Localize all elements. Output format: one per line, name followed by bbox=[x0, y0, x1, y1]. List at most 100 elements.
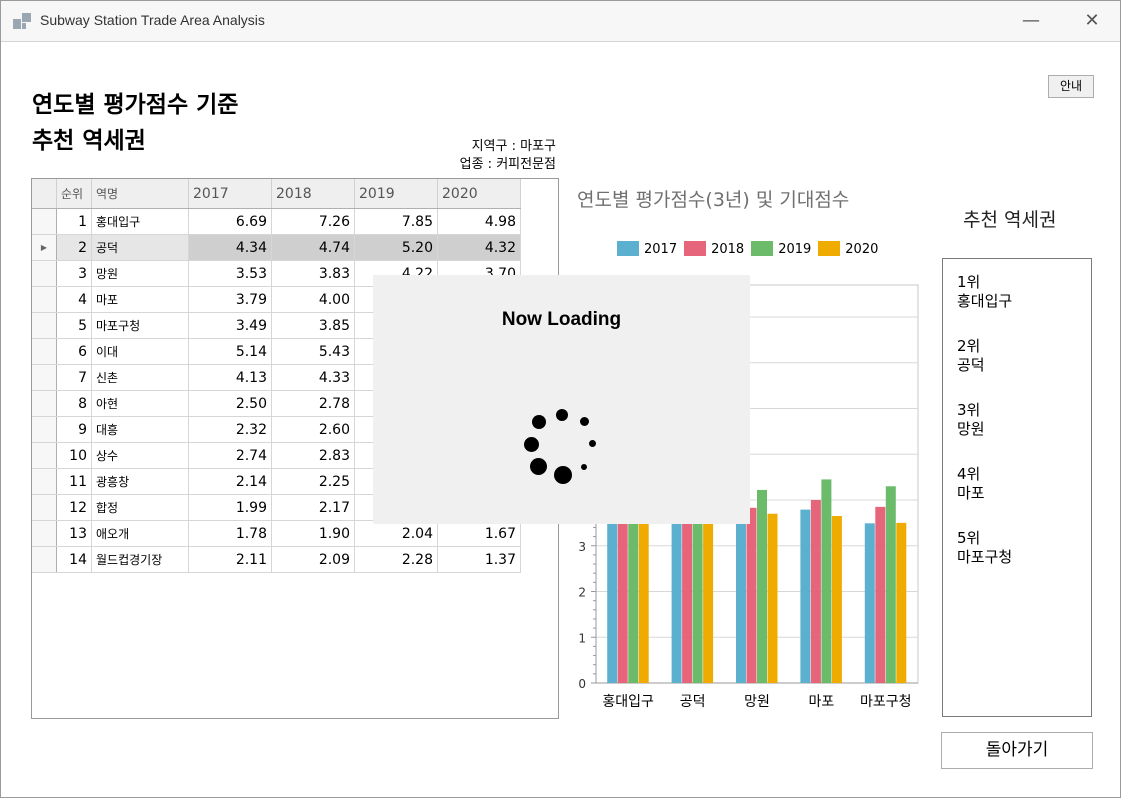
column-header-2020[interactable]: 2020 bbox=[437, 179, 521, 209]
legend-item: 2017 bbox=[617, 241, 677, 257]
legend-swatch bbox=[751, 241, 774, 256]
row-selector[interactable]: ▶ bbox=[32, 234, 57, 261]
row-selector[interactable] bbox=[32, 546, 57, 573]
score-2018-cell[interactable]: 5.43 bbox=[271, 338, 355, 365]
x-tick-label: 홍대입구 bbox=[602, 694, 654, 710]
rank-cell[interactable]: 3 bbox=[56, 260, 92, 287]
score-2017-cell[interactable]: 2.14 bbox=[188, 468, 272, 495]
score-2018-cell[interactable]: 2.83 bbox=[271, 442, 355, 469]
score-2017-cell[interactable]: 4.13 bbox=[188, 364, 272, 391]
station-cell[interactable]: 아현 bbox=[91, 390, 189, 417]
row-selector[interactable] bbox=[32, 520, 57, 547]
score-2018-cell[interactable]: 4.74 bbox=[271, 234, 355, 261]
score-2018-cell[interactable]: 2.25 bbox=[271, 468, 355, 495]
score-2020-cell[interactable]: 1.37 bbox=[437, 546, 521, 573]
rank-cell[interactable]: 11 bbox=[56, 468, 92, 495]
score-2017-cell[interactable]: 2.32 bbox=[188, 416, 272, 443]
score-2017-cell[interactable]: 2.11 bbox=[188, 546, 272, 573]
score-2017-cell[interactable]: 6.69 bbox=[188, 208, 272, 235]
minimize-button[interactable]: — bbox=[1011, 7, 1051, 35]
station-cell[interactable]: 마포구청 bbox=[91, 312, 189, 339]
row-selector[interactable] bbox=[32, 208, 57, 235]
station-cell[interactable]: 광흥창 bbox=[91, 468, 189, 495]
score-2017-cell[interactable]: 2.74 bbox=[188, 442, 272, 469]
column-header-2019[interactable]: 2019 bbox=[354, 179, 438, 209]
bar-2020 bbox=[831, 516, 842, 683]
score-2017-cell[interactable]: 5.14 bbox=[188, 338, 272, 365]
station-cell[interactable]: 상수 bbox=[91, 442, 189, 469]
rank-cell[interactable]: 10 bbox=[56, 442, 92, 469]
recommend-list: 1위 홍대입구 2위 공덕 3위 망원 4위 마포 5위 마포구청 bbox=[942, 258, 1092, 717]
score-2019-cell[interactable]: 5.20 bbox=[354, 234, 438, 261]
rank-cell[interactable]: 2 bbox=[56, 234, 92, 261]
score-2018-cell[interactable]: 4.33 bbox=[271, 364, 355, 391]
close-button[interactable]: ✕ bbox=[1072, 7, 1112, 35]
station-cell[interactable]: 홍대입구 bbox=[91, 208, 189, 235]
station-cell[interactable]: 합정 bbox=[91, 494, 189, 521]
table-row[interactable]: 1 홍대입구 6.69 7.26 7.85 4.98 bbox=[32, 208, 521, 235]
row-selector[interactable] bbox=[32, 286, 57, 313]
score-2018-cell[interactable]: 2.60 bbox=[271, 416, 355, 443]
score-2017-cell[interactable]: 2.50 bbox=[188, 390, 272, 417]
column-header-rank[interactable]: 순위 bbox=[56, 179, 92, 209]
score-2018-cell[interactable]: 1.90 bbox=[271, 520, 355, 547]
station-cell[interactable]: 월드컵경기장 bbox=[91, 546, 189, 573]
station-cell[interactable]: 신촌 bbox=[91, 364, 189, 391]
row-selector[interactable] bbox=[32, 390, 57, 417]
table-row[interactable]: ▶ 2 공덕 4.34 4.74 5.20 4.32 bbox=[32, 234, 521, 261]
score-2017-cell[interactable]: 4.34 bbox=[188, 234, 272, 261]
score-2017-cell[interactable]: 1.78 bbox=[188, 520, 272, 547]
rank-cell[interactable]: 12 bbox=[56, 494, 92, 521]
rank-cell[interactable]: 8 bbox=[56, 390, 92, 417]
rank-cell[interactable]: 4 bbox=[56, 286, 92, 313]
score-2019-cell[interactable]: 2.28 bbox=[354, 546, 438, 573]
score-2020-cell[interactable]: 4.32 bbox=[437, 234, 521, 261]
rank-cell[interactable]: 5 bbox=[56, 312, 92, 339]
rank-cell[interactable]: 7 bbox=[56, 364, 92, 391]
score-2018-cell[interactable]: 3.85 bbox=[271, 312, 355, 339]
column-header-station[interactable]: 역명 bbox=[91, 179, 189, 209]
table-row[interactable]: 13 애오개 1.78 1.90 2.04 1.67 bbox=[32, 520, 521, 547]
rank-cell[interactable]: 9 bbox=[56, 416, 92, 443]
station-cell[interactable]: 이대 bbox=[91, 338, 189, 365]
row-selector[interactable] bbox=[32, 494, 57, 521]
score-2017-cell[interactable]: 3.79 bbox=[188, 286, 272, 313]
rank-cell[interactable]: 13 bbox=[56, 520, 92, 547]
score-2017-cell[interactable]: 1.99 bbox=[188, 494, 272, 521]
row-selector[interactable] bbox=[32, 312, 57, 339]
row-selector[interactable] bbox=[32, 260, 57, 287]
rank-cell[interactable]: 6 bbox=[56, 338, 92, 365]
row-selector[interactable] bbox=[32, 442, 57, 469]
score-2019-cell[interactable]: 7.85 bbox=[354, 208, 438, 235]
station-cell[interactable]: 공덕 bbox=[91, 234, 189, 261]
station-cell[interactable]: 망원 bbox=[91, 260, 189, 287]
rank-cell[interactable]: 1 bbox=[56, 208, 92, 235]
station-cell[interactable]: 마포 bbox=[91, 286, 189, 313]
score-2018-cell[interactable]: 2.17 bbox=[271, 494, 355, 521]
score-2018-cell[interactable]: 7.26 bbox=[271, 208, 355, 235]
score-2017-cell[interactable]: 3.49 bbox=[188, 312, 272, 339]
score-2020-cell[interactable]: 1.67 bbox=[437, 520, 521, 547]
recommend-rank: 1위 bbox=[957, 273, 981, 291]
score-2018-cell[interactable]: 3.83 bbox=[271, 260, 355, 287]
row-selector[interactable] bbox=[32, 416, 57, 443]
score-2018-cell[interactable]: 2.78 bbox=[271, 390, 355, 417]
app-icon bbox=[13, 13, 31, 29]
table-row[interactable]: 14 월드컵경기장 2.11 2.09 2.28 1.37 bbox=[32, 546, 521, 573]
back-button[interactable]: 돌아가기 bbox=[941, 732, 1093, 769]
bar-2020 bbox=[767, 513, 778, 683]
score-2019-cell[interactable]: 2.04 bbox=[354, 520, 438, 547]
score-2018-cell[interactable]: 4.00 bbox=[271, 286, 355, 313]
score-2020-cell[interactable]: 4.98 bbox=[437, 208, 521, 235]
station-cell[interactable]: 애오개 bbox=[91, 520, 189, 547]
guide-button[interactable]: 안내 bbox=[1048, 75, 1094, 98]
column-header-2018[interactable]: 2018 bbox=[271, 179, 355, 209]
row-selector[interactable] bbox=[32, 338, 57, 365]
score-2017-cell[interactable]: 3.53 bbox=[188, 260, 272, 287]
station-cell[interactable]: 대흥 bbox=[91, 416, 189, 443]
row-selector[interactable] bbox=[32, 364, 57, 391]
rank-cell[interactable]: 14 bbox=[56, 546, 92, 573]
score-2018-cell[interactable]: 2.09 bbox=[271, 546, 355, 573]
column-header-2017[interactable]: 2017 bbox=[188, 179, 272, 209]
row-selector[interactable] bbox=[32, 468, 57, 495]
